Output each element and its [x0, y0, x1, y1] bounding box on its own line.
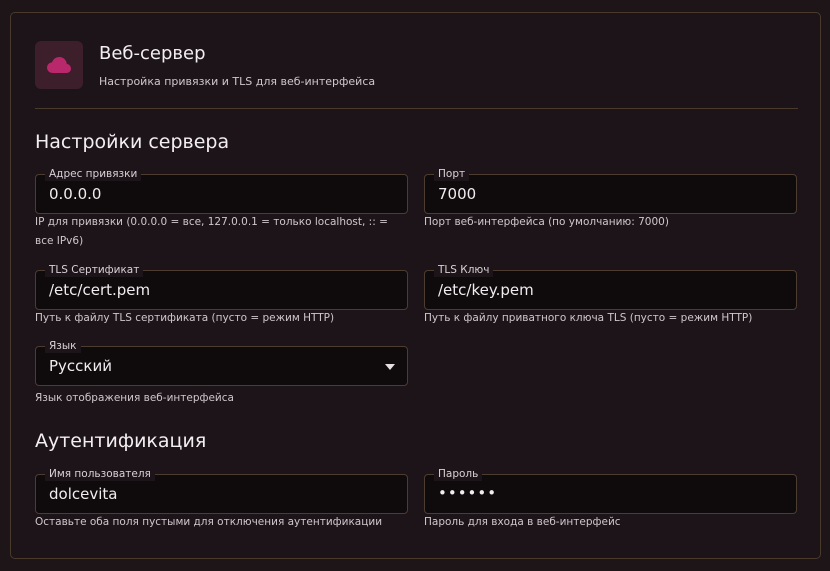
password-helper: Пароль для входа в веб-интерфейс: [424, 516, 621, 528]
tls-cert-value: /etc/cert.pem: [49, 281, 151, 299]
page-subtitle: Настройка привязки и TLS для веб-интерфе…: [99, 75, 376, 88]
username-value: dolcevita: [49, 485, 118, 503]
language-helper: Язык отображения веб-интерфейса: [35, 392, 234, 404]
language-select[interactable]: Язык Русский: [35, 339, 408, 386]
chevron-down-icon[interactable]: [385, 364, 395, 370]
password-value: ••••••: [438, 484, 498, 502]
password-label: Пароль: [434, 467, 483, 481]
tls-cert-label: TLS Сертификат: [45, 263, 144, 277]
tls-key-field[interactable]: TLS Ключ /etc/key.pem: [424, 263, 797, 310]
server-section-title: Настройки сервера: [35, 131, 230, 153]
cloud-icon: [47, 57, 71, 73]
bind-address-field[interactable]: Адрес привязки 0.0.0.0: [35, 167, 408, 214]
username-helper: Оставьте оба поля пустыми для отключения…: [35, 516, 383, 528]
bind-address-label: Адрес привязки: [45, 167, 142, 181]
port-value: 7000: [438, 185, 477, 203]
bind-address-helper: IP для привязки (0.0.0.0 = все, 127.0.0.…: [35, 216, 388, 247]
tls-key-value: /etc/key.pem: [438, 281, 534, 299]
web-server-card: Веб-сервер Настройка привязки и TLS для …: [10, 12, 821, 559]
language-value: Русский: [49, 357, 112, 375]
language-label: Язык: [45, 339, 81, 353]
port-field[interactable]: Порт 7000: [424, 167, 797, 214]
page-title: Веб-сервер: [99, 43, 206, 64]
auth-section-title: Аутентификация: [35, 430, 207, 452]
username-label: Имя пользователя: [45, 467, 155, 481]
password-field[interactable]: Пароль ••••••: [424, 467, 797, 514]
tls-key-helper: Путь к файлу приватного ключа TLS (пусто…: [424, 312, 753, 324]
header-divider: [35, 108, 798, 109]
username-field[interactable]: Имя пользователя dolcevita: [35, 467, 408, 514]
header-icon-box: [35, 41, 83, 89]
tls-cert-field[interactable]: TLS Сертификат /etc/cert.pem: [35, 263, 408, 310]
bind-address-value: 0.0.0.0: [49, 185, 102, 203]
tls-cert-helper: Путь к файлу TLS сертификата (пусто = ре…: [35, 312, 335, 324]
port-label: Порт: [434, 167, 470, 181]
port-helper: Порт веб-интерфейса (по умолчанию: 7000): [424, 216, 669, 228]
tls-key-label: TLS Ключ: [434, 263, 494, 277]
